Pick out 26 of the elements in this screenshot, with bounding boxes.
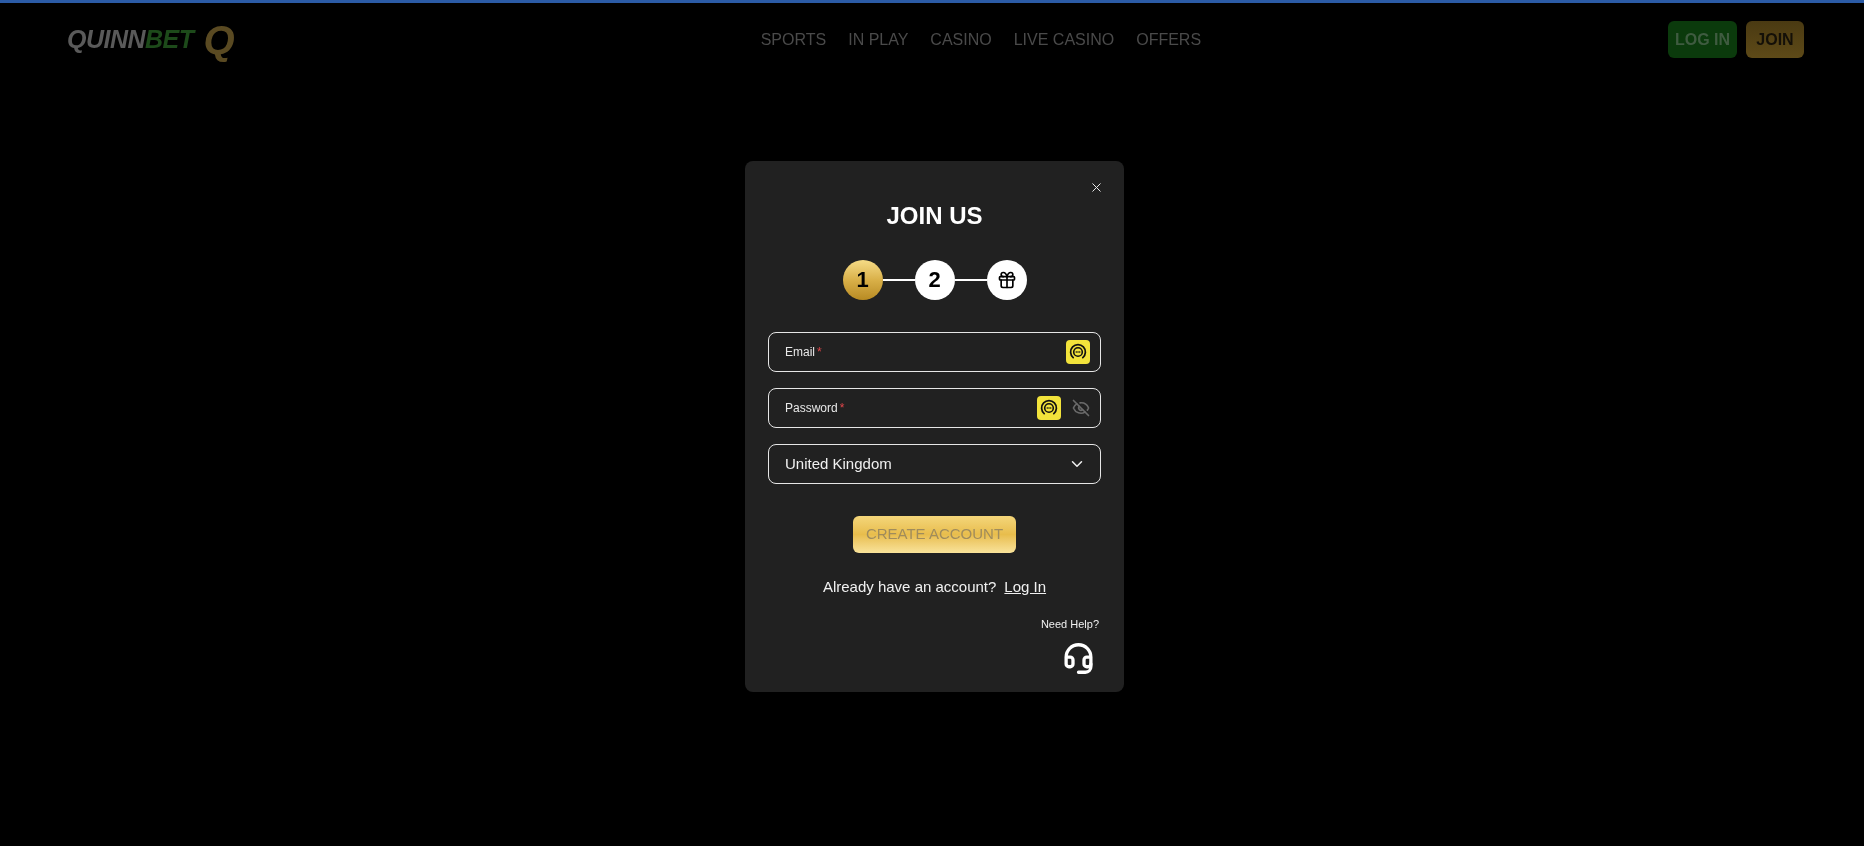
logo-wordmark[interactable]: QUINNBET [67,20,194,59]
eye-off-icon[interactable] [1072,399,1090,417]
email-field[interactable]: Email * [768,332,1101,372]
dialog-title: JOIN US [885,202,984,230]
password-field[interactable]: Password * [768,388,1101,428]
nav-link[interactable]: SPORTS [760,27,827,52]
headset-icon[interactable] [1062,642,1095,675]
step-connector [882,279,915,281]
country-select[interactable]: United Kingdom [768,444,1101,484]
nav-link[interactable]: CASINO [930,27,992,52]
step-number: 1 [842,260,883,300]
create-account-button[interactable]: CREATE ACCOUNT [853,516,1016,553]
help-label: Need Help? [1040,617,1099,631]
login-link[interactable]: Log In [1004,577,1047,597]
step-number: 2 [914,260,955,300]
ring-tile-icon[interactable] [1066,340,1090,364]
logo-mark[interactable]: Q [203,19,235,60]
field-label: Email * [785,344,822,361]
nav-link[interactable]: IN PLAY [848,27,909,52]
account-question: Already have an account? [822,577,997,597]
ring-tile-icon[interactable] [1037,396,1061,420]
join-button[interactable]: JOIN [1746,21,1804,58]
gift-icon [996,270,1017,290]
nav-link[interactable]: OFFERS [1136,27,1202,52]
field-label: Password * [785,400,845,417]
nav-link[interactable]: LIVE CASINO [1013,27,1115,52]
